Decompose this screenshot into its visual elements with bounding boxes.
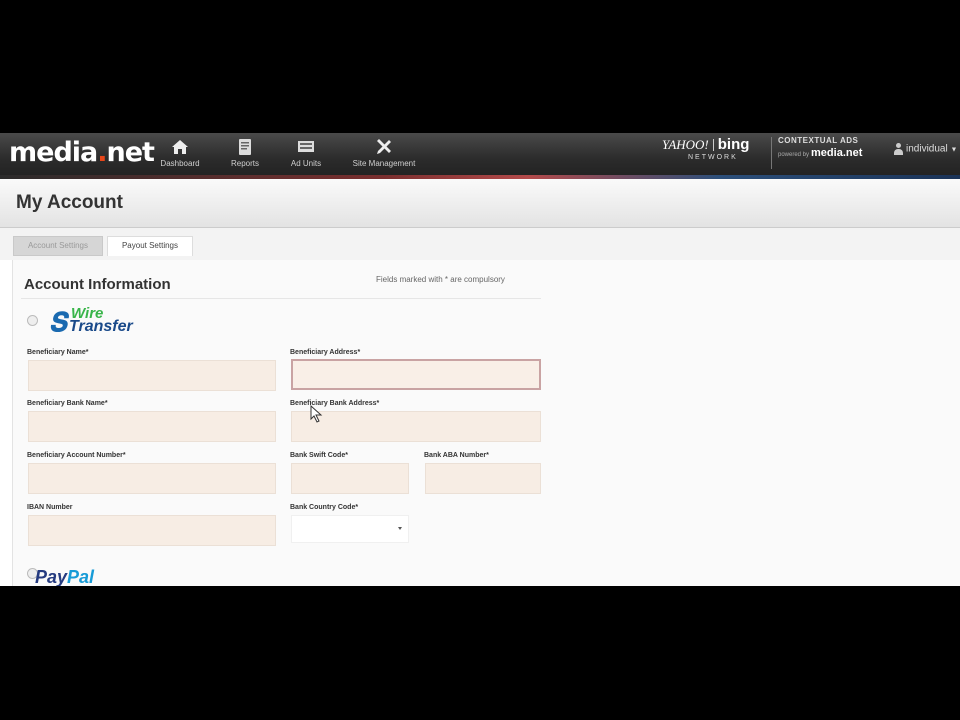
bank-swift-code-label: Bank Swift Code* (290, 452, 348, 459)
bank-country-code-label: Bank Country Code* (290, 504, 359, 511)
bank-country-code-select[interactable] (291, 515, 409, 543)
beneficiary-account-number-label: Beneficiary Account Number* (27, 452, 126, 459)
page-title: My Account (16, 192, 123, 213)
header-divider (771, 137, 772, 169)
beneficiary-bank-address-field[interactable] (291, 411, 541, 442)
bank-aba-number-label: Bank ABA Number* (424, 452, 489, 459)
nav-site-management[interactable]: Site Management (348, 137, 420, 173)
section-title: Account Information (24, 276, 171, 293)
nav-reports-label: Reports (230, 159, 259, 168)
iban-number-label: IBAN Number (27, 504, 73, 511)
nav-site-management-label: Site Management (352, 159, 416, 168)
chevron-down-icon: ▼ (950, 146, 958, 154)
mouse-cursor-icon (310, 405, 323, 423)
beneficiary-bank-name-field[interactable] (28, 411, 276, 442)
ad-units-icon (298, 141, 314, 152)
contextual-ads-logo: CONTEXTUAL ADS powered by media.net (778, 136, 863, 159)
beneficiary-address-label: Beneficiary Address* (290, 349, 361, 356)
beneficiary-name-field[interactable] (28, 360, 276, 391)
tab-account-settings[interactable]: Account Settings (13, 236, 103, 256)
wire-transfer-logo: 𝐒 Wire Transfer (49, 305, 133, 337)
beneficiary-name-label: Beneficiary Name* (27, 349, 89, 356)
nav-reports[interactable]: Reports (225, 137, 265, 173)
nav-dashboard-label: Dashboard (160, 159, 200, 168)
beneficiary-account-number-field[interactable] (28, 463, 276, 494)
media-net-logo[interactable]: media.net (9, 137, 155, 168)
app-screen: media.net Dashboard Reports Ad Units Sit… (0, 133, 960, 586)
dropdown-arrow-icon (398, 527, 402, 530)
report-icon (239, 139, 251, 155)
user-name: individual (906, 143, 948, 155)
payout-form-panel: Account Information Fields marked with *… (12, 260, 960, 586)
nav-dashboard[interactable]: Dashboard (157, 137, 203, 173)
beneficiary-bank-address-label: Beneficiary Bank Address* (290, 400, 380, 407)
user-menu[interactable]: individual ▼ (894, 143, 957, 155)
section-divider (21, 298, 541, 299)
nav-ad-units-label: Ad Units (290, 159, 322, 168)
paypal-logo: PayPal (35, 567, 95, 586)
bank-swift-code-field[interactable] (291, 463, 409, 494)
tools-icon (377, 139, 391, 154)
top-nav-bar: media.net Dashboard Reports Ad Units Sit… (0, 133, 960, 175)
settings-tabs: Account Settings Payout Settings (0, 228, 960, 260)
user-icon (894, 143, 903, 155)
nav-ad-units[interactable]: Ad Units (285, 137, 327, 173)
beneficiary-bank-name-label: Beneficiary Bank Name* (27, 400, 108, 407)
page-header: My Account (0, 179, 960, 228)
required-note: Fields marked with * are compulsory (376, 275, 505, 284)
yahoo-bing-network-logo: YAHOO! bing NETWORK (662, 136, 750, 161)
iban-number-field[interactable] (28, 515, 276, 546)
bank-aba-number-field[interactable] (425, 463, 541, 494)
tab-payout-settings[interactable]: Payout Settings (107, 236, 193, 256)
wire-transfer-radio[interactable] (27, 315, 38, 326)
home-icon (172, 140, 188, 154)
beneficiary-address-field[interactable] (291, 359, 541, 390)
